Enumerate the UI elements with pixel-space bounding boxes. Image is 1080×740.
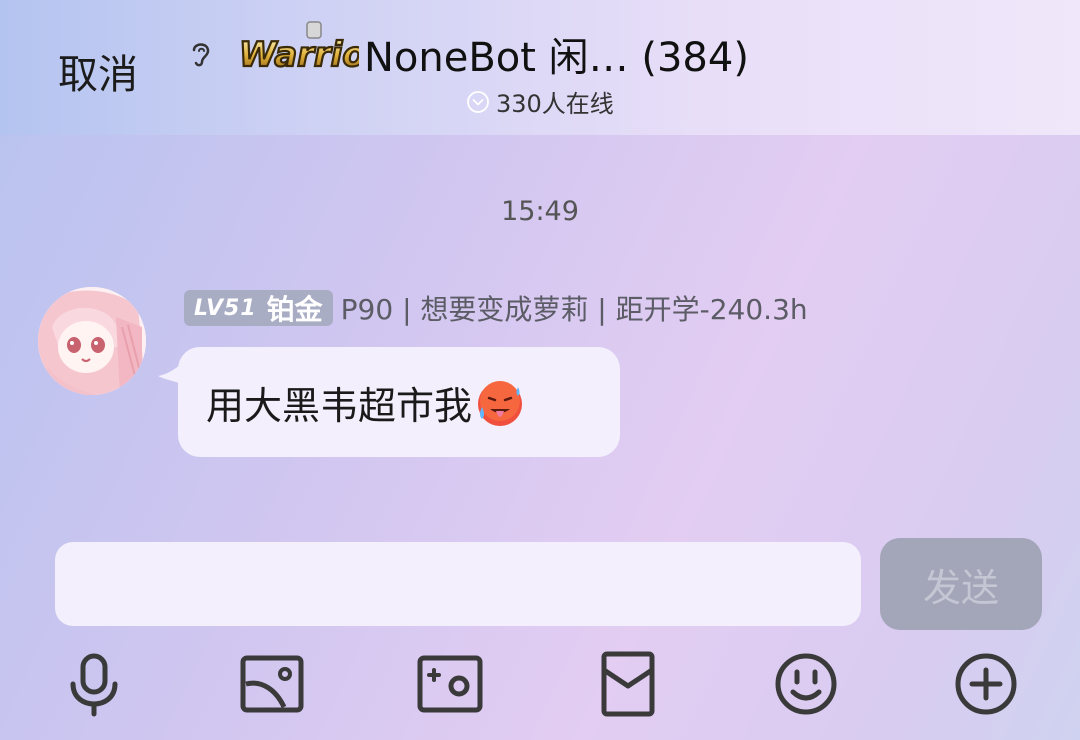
- emoji-icon[interactable]: [772, 650, 840, 718]
- warrior-logo: Warrior: [238, 21, 359, 76]
- plus-icon[interactable]: [952, 650, 1020, 718]
- camera-icon[interactable]: [416, 650, 484, 718]
- online-count: 330人在线: [496, 90, 614, 118]
- message-timestamp: 15:49: [501, 196, 579, 227]
- cancel-button[interactable]: 取消: [58, 42, 138, 100]
- message-bubble[interactable]: 用大黑韦超市我: [178, 347, 620, 457]
- rank-label: 铂金: [266, 293, 323, 326]
- hot-face-emoji: [478, 380, 523, 426]
- sender-name[interactable]: P90 | 想要变成萝莉 | 距开学-240.3h: [341, 288, 808, 328]
- ear-icon[interactable]: [188, 38, 214, 68]
- chat-title[interactable]: NoneBot 闲… (384): [364, 25, 749, 83]
- sender-meta: LV51 铂金 P90 | 想要变成萝莉 | 距开学-240.3h: [184, 288, 808, 328]
- message-input[interactable]: [55, 542, 861, 626]
- image-icon[interactable]: [238, 650, 306, 718]
- online-status[interactable]: 330人在线: [466, 84, 614, 119]
- microphone-icon[interactable]: [60, 650, 128, 718]
- anime-girl-avatar-image: [38, 287, 146, 395]
- red-packet-icon[interactable]: [594, 650, 662, 718]
- chevron-down-circle-icon: [467, 90, 489, 113]
- avatar[interactable]: [38, 287, 146, 395]
- svg-text:Warrior: Warrior: [239, 35, 359, 75]
- send-button[interactable]: 发送: [880, 538, 1042, 630]
- message-text: 用大黑韦超市我: [206, 384, 473, 428]
- level-label: LV51: [194, 295, 257, 321]
- chat-header: 取消 Warrior NoneBot 闲… (384) 330人在线: [0, 0, 1080, 135]
- level-badge: LV51 铂金: [184, 290, 333, 326]
